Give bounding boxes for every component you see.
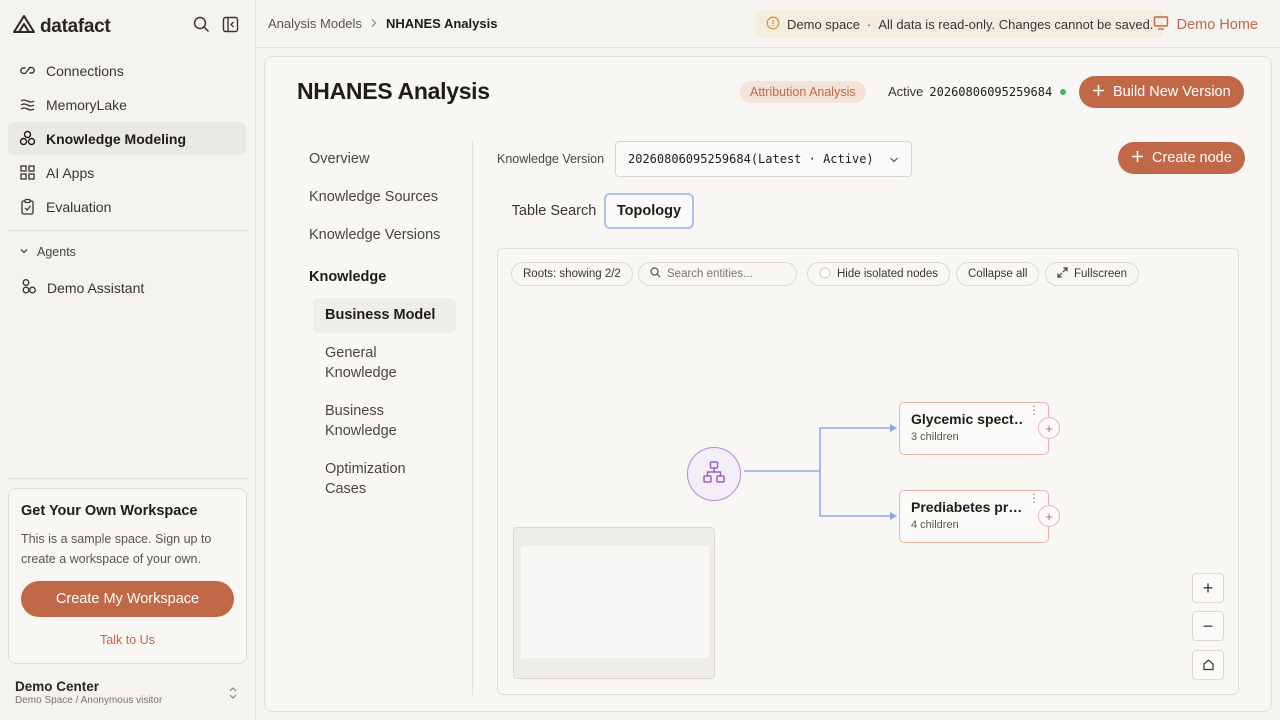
subnav-business-knowledge[interactable]: Business Knowledge	[325, 401, 435, 441]
demo-home-link[interactable]: Demo Home	[1153, 15, 1258, 35]
breadcrumb: Analysis Models NHANES Analysis	[268, 16, 497, 31]
sidebar-divider	[8, 478, 248, 479]
zoom-in-button[interactable]: +	[1192, 573, 1224, 603]
monitor-icon	[1153, 15, 1169, 35]
notice-detail: All data is read-only. Changes cannot be…	[878, 16, 1154, 32]
build-new-version-button[interactable]: Build New Version	[1079, 76, 1244, 108]
clipboard-icon	[19, 198, 36, 215]
knowledge-version-label: Knowledge Version	[497, 152, 605, 166]
nav-item-label: Connections	[46, 62, 124, 79]
nav-item-label: AI Apps	[46, 164, 95, 181]
nav-item-memorylake[interactable]: MemoryLake	[8, 88, 246, 121]
talk-to-us-link[interactable]: Talk to Us	[21, 633, 234, 647]
subnav-knowledge-section[interactable]: Knowledge	[309, 267, 386, 287]
promo-title: Get Your Own Workspace	[21, 503, 198, 519]
grid-icon	[19, 164, 36, 181]
breadcrumb-current: NHANES Analysis	[385, 16, 498, 31]
topology-canvas[interactable]: Roots: showing 2/2 Search entities... Hi…	[497, 248, 1239, 695]
nav-item-label: MemoryLake	[46, 96, 127, 113]
nav-item-evaluation[interactable]: Evaluation	[8, 190, 246, 223]
agents-header-label: Agents	[37, 245, 76, 259]
active-version-indicator: Active 20260806095259684	[888, 84, 1067, 99]
plus-icon	[1092, 84, 1105, 101]
logo-icon	[12, 14, 36, 39]
subnav-general-knowledge[interactable]: General Knowledge	[325, 343, 435, 383]
create-workspace-button[interactable]: Create My Workspace	[21, 581, 234, 617]
subnav-optimization-cases[interactable]: Optimization Cases	[325, 459, 435, 499]
node-title: Prediabetes pr…	[911, 499, 1023, 515]
status-dot	[1060, 88, 1067, 95]
zoom-out-button[interactable]: −	[1192, 611, 1224, 641]
subnav-knowledge-versions[interactable]: Knowledge Versions	[309, 225, 440, 245]
main-nav: Connections MemoryLake Knowledge Modelin…	[8, 54, 246, 224]
agent-icon	[20, 278, 37, 298]
agent-item-label: Demo Assistant	[47, 279, 145, 296]
home-icon	[1202, 655, 1215, 676]
node-children-count: 3 children	[911, 431, 959, 443]
nav-item-connections[interactable]: Connections	[8, 54, 246, 87]
chevron-down-icon	[889, 154, 899, 168]
breadcrumb-analysis-models[interactable]: Analysis Models	[268, 16, 362, 31]
link-icon	[19, 62, 36, 79]
graph-node[interactable]: Glycemic spect… 3 children ⋮ +	[899, 402, 1060, 455]
expand-node-button[interactable]: +	[1038, 505, 1060, 527]
more-vertical-icon[interactable]: ⋮	[1028, 404, 1040, 416]
active-version-id: 20260806095259684	[929, 84, 1053, 99]
sub-navigation: Overview Knowledge Sources Knowledge Ver…	[297, 141, 473, 695]
chevron-down-icon	[19, 245, 29, 259]
page-title: NHANES Analysis	[297, 78, 490, 104]
promo-text: This is a sample space. Sign up to creat…	[21, 532, 212, 566]
knowledge-version-select[interactable]: 20260806095259684(Latest · Active)	[615, 141, 912, 177]
active-label: Active	[888, 84, 924, 99]
minimap-viewport[interactable]	[521, 546, 709, 658]
agents-section-header[interactable]: Agents	[19, 245, 76, 259]
cubes-icon	[19, 130, 36, 147]
user-subtitle: Demo Space / Anonymous visitor	[15, 695, 163, 706]
expand-node-button[interactable]: +	[1038, 417, 1060, 439]
more-vertical-icon[interactable]: ⋮	[1028, 492, 1040, 504]
workspace-promo: Get Your Own Workspace This is a sample …	[8, 488, 247, 664]
create-node-label: Create node	[1152, 150, 1232, 166]
node-title: Glycemic spect…	[911, 411, 1023, 427]
subnav-business-model[interactable]: Business Model	[325, 305, 435, 325]
chevron-updown-icon[interactable]	[227, 685, 239, 701]
demo-notice: Demo space · All data is read-only. Chan…	[756, 10, 1164, 38]
notice-separator: ·	[866, 16, 872, 32]
logo[interactable]: datafact	[12, 14, 111, 39]
nav-item-label: Knowledge Modeling	[46, 130, 186, 147]
waves-icon	[19, 96, 36, 113]
demo-home-label: Demo Home	[1176, 17, 1258, 33]
graph-root-node[interactable]	[687, 447, 741, 501]
analysis-type-badge: Attribution Analysis	[740, 81, 866, 103]
subnav-knowledge-sources[interactable]: Knowledge Sources	[309, 187, 438, 207]
subnav-overview[interactable]: Overview	[309, 149, 369, 169]
sidebar-divider	[8, 230, 248, 231]
minimap[interactable]	[513, 527, 715, 679]
sidebar: datafact Connections MemoryLake Knowledg…	[0, 0, 256, 720]
create-node-button[interactable]: Create node	[1118, 142, 1245, 174]
nav-item-label: Evaluation	[46, 198, 112, 215]
user-account[interactable]: Demo Center Demo Space / Anonymous visit…	[15, 679, 245, 706]
node-children-count: 4 children	[911, 519, 959, 531]
chevron-right-icon	[370, 16, 378, 31]
topbar: Analysis Models NHANES Analysis Demo spa…	[256, 0, 1280, 48]
info-icon	[766, 16, 780, 33]
logo-text: datafact	[40, 15, 111, 37]
graph-node[interactable]: Prediabetes pr… 4 children ⋮ +	[899, 490, 1060, 543]
nav-item-ai-apps[interactable]: AI Apps	[8, 156, 246, 189]
hierarchy-icon	[702, 460, 726, 489]
reset-view-button[interactable]	[1192, 650, 1224, 680]
notice-label: Demo space	[787, 16, 860, 32]
knowledge-version-value: 20260806095259684(Latest · Active)	[628, 152, 874, 166]
agent-item-demo-assistant[interactable]: Demo Assistant	[8, 271, 246, 304]
plus-icon	[1131, 150, 1144, 167]
tab-topology[interactable]: Topology	[604, 193, 694, 229]
collapse-sidebar-icon[interactable]	[222, 16, 239, 33]
nav-item-knowledge-modeling[interactable]: Knowledge Modeling	[8, 122, 246, 155]
user-name: Demo Center	[15, 679, 100, 694]
search-icon[interactable]	[193, 16, 210, 33]
tab-table-search[interactable]: Table Search	[504, 193, 604, 229]
main-card: NHANES Analysis Attribution Analysis Act…	[264, 56, 1272, 712]
build-new-version-label: Build New Version	[1113, 84, 1231, 100]
